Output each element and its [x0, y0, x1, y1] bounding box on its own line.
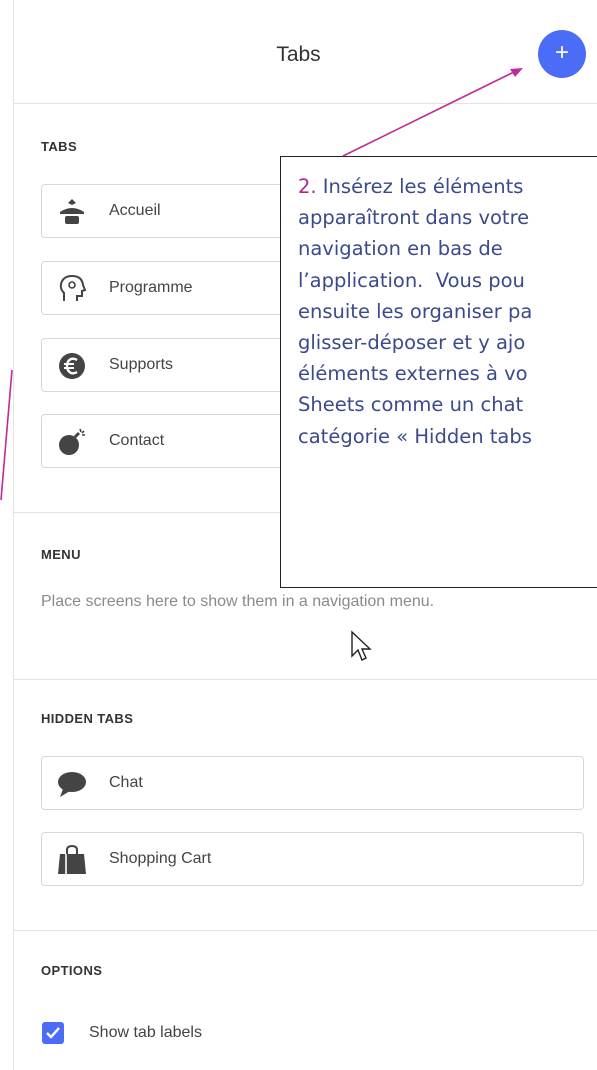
callout-line: ensuite les organiser pa [298, 299, 533, 323]
mouse-cursor-icon [351, 630, 372, 661]
annotation-callout: 2. Insérez les éléments apparaîtront dan… [280, 156, 597, 588]
callout-line: l’application. Vous pou [298, 268, 525, 292]
callout-line: Insérez les éléments [316, 175, 524, 198]
callout-step-number: 2. [298, 175, 317, 198]
callout-line: catégorie « Hidden tabs [298, 424, 532, 448]
callout-line: éléments externes à vo [298, 362, 528, 386]
annotation-side-line [0, 369, 13, 501]
callout-line: apparaîtront dans votre [298, 206, 530, 230]
callout-line: Sheets comme un chat [298, 393, 524, 417]
callout-line: glisser-déposer et y ajo [298, 331, 526, 355]
annotation-arrow-line [342, 70, 517, 157]
callout-line: navigation en bas de [298, 237, 503, 261]
